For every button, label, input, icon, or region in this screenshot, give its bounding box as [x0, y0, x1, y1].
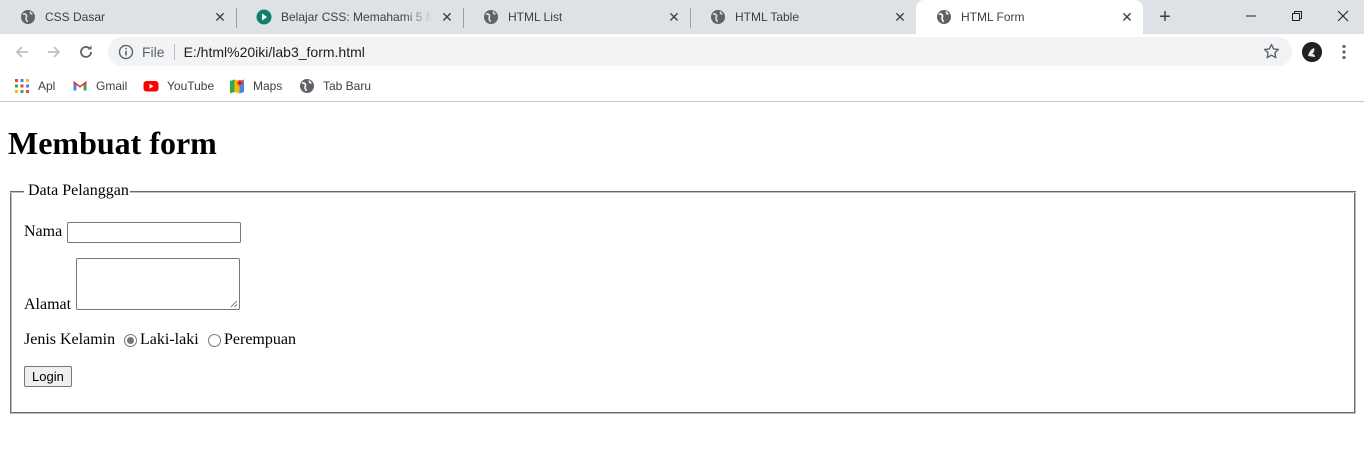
apps-grid-icon — [15, 79, 29, 93]
omnibox-divider — [173, 43, 175, 60]
maps-icon — [230, 79, 244, 94]
fieldset-data-pelanggan: Data Pelanggan Nama Alamat Jenis Kelamin… — [10, 182, 1356, 414]
nama-input[interactable] — [67, 222, 241, 243]
site-logo-icon — [256, 9, 272, 25]
close-icon — [1337, 10, 1349, 22]
fieldset-border-left — [10, 191, 24, 193]
page-content: Membuat form Data Pelanggan Nama Alamat … — [0, 103, 1364, 467]
bookmark-label: Gmail — [96, 79, 128, 93]
info-icon[interactable] — [118, 44, 134, 60]
alamat-textarea[interactable] — [76, 258, 240, 310]
reload-button[interactable] — [72, 38, 100, 66]
youtube-icon — [143, 81, 159, 92]
tab-title: Belajar CSS: Memahami 5 Macam — [281, 10, 433, 24]
minimize-button[interactable] — [1228, 0, 1274, 32]
resize-grip-icon[interactable] — [230, 300, 238, 308]
globe-icon — [937, 10, 951, 24]
tab-belajar-css[interactable]: Belajar CSS: Memahami 5 Macam ✕ — [236, 0, 464, 34]
radio-perempuan[interactable] — [208, 334, 221, 347]
forward-button[interactable] — [40, 38, 68, 66]
globe-icon — [21, 10, 35, 24]
tab-close-icon[interactable]: ✕ — [212, 9, 228, 25]
restore-button[interactable] — [1274, 0, 1320, 32]
radio-label-perempuan: Perempuan — [224, 331, 296, 348]
tab-title: CSS Dasar — [45, 10, 106, 24]
bookmark-label: YouTube — [167, 79, 215, 93]
arrow-right-icon — [48, 46, 61, 58]
globe-icon — [300, 79, 314, 93]
tab-html-form[interactable]: HTML Form ✕ — [916, 0, 1143, 34]
tab-css-dasar[interactable]: CSS Dasar ✕ — [0, 0, 237, 34]
bookmark-star-icon[interactable] — [1263, 43, 1280, 60]
tab-html-table[interactable]: HTML Table ✕ — [690, 0, 916, 34]
url-text[interactable]: E:/html%20iki/lab3_form.html — [184, 44, 365, 60]
tab-html-list[interactable]: HTML List ✕ — [463, 0, 691, 34]
login-button[interactable]: Login — [24, 366, 72, 387]
tab-strip: CSS Dasar ✕ Belajar CSS: Memahami 5 Maca… — [0, 0, 1364, 34]
tab-title: HTML Table — [735, 10, 800, 24]
page-title: Membuat form — [8, 125, 217, 161]
avatar-icon — [1302, 42, 1322, 62]
bookmark-gmail[interactable]: Gmail — [72, 76, 127, 96]
tab-close-icon[interactable]: ✕ — [892, 9, 908, 25]
profile-avatar[interactable] — [1302, 42, 1322, 62]
reload-icon — [80, 45, 92, 58]
browser-toolbar: File E:/html%20iki/lab3_form.html — [0, 34, 1364, 70]
bookmark-label: Maps — [253, 79, 283, 93]
globe-icon — [484, 10, 498, 24]
fieldset-border-right — [130, 191, 1356, 193]
address-bar[interactable]: File E:/html%20iki/lab3_form.html — [108, 37, 1292, 66]
fieldset-legend: Data Pelanggan — [28, 182, 129, 199]
url-scheme-label: File — [142, 43, 165, 60]
back-button[interactable] — [8, 38, 36, 66]
bookmark-maps[interactable]: Maps — [229, 76, 282, 96]
bookmarks-bar: Apl Gmail YouTube Maps Tab Baru — [0, 70, 1364, 102]
minimize-icon — [1246, 15, 1256, 17]
new-tab-button[interactable]: + — [1152, 5, 1178, 29]
browser-menu-button[interactable] — [1334, 42, 1354, 62]
bookmark-label: Tab Baru — [323, 79, 372, 93]
alamat-label: Alamat — [24, 296, 72, 313]
more-vert-icon — [1342, 44, 1346, 60]
bookmark-tab-baru[interactable]: Tab Baru — [299, 76, 371, 96]
tab-close-icon[interactable]: ✕ — [439, 9, 455, 25]
bookmark-youtube[interactable]: YouTube — [143, 76, 214, 96]
tab-close-icon[interactable]: ✕ — [666, 9, 682, 25]
bookmark-apl[interactable]: Apl — [14, 76, 55, 96]
window-close-button[interactable] — [1320, 0, 1364, 32]
restore-icon — [1292, 11, 1302, 21]
gender-label: Jenis Kelamin — [24, 331, 116, 348]
radio-laki-laki[interactable] — [124, 334, 137, 347]
arrow-left-icon — [15, 46, 28, 58]
bookmark-label: Apl — [38, 79, 56, 93]
tab-close-icon[interactable]: ✕ — [1119, 9, 1135, 25]
tab-title: HTML Form — [961, 10, 1025, 24]
nama-label: Nama — [24, 223, 63, 240]
globe-icon — [711, 10, 725, 24]
gmail-icon — [73, 81, 87, 91]
radio-label-laki-laki: Laki-laki — [140, 331, 199, 348]
tab-title: HTML List — [508, 10, 563, 24]
